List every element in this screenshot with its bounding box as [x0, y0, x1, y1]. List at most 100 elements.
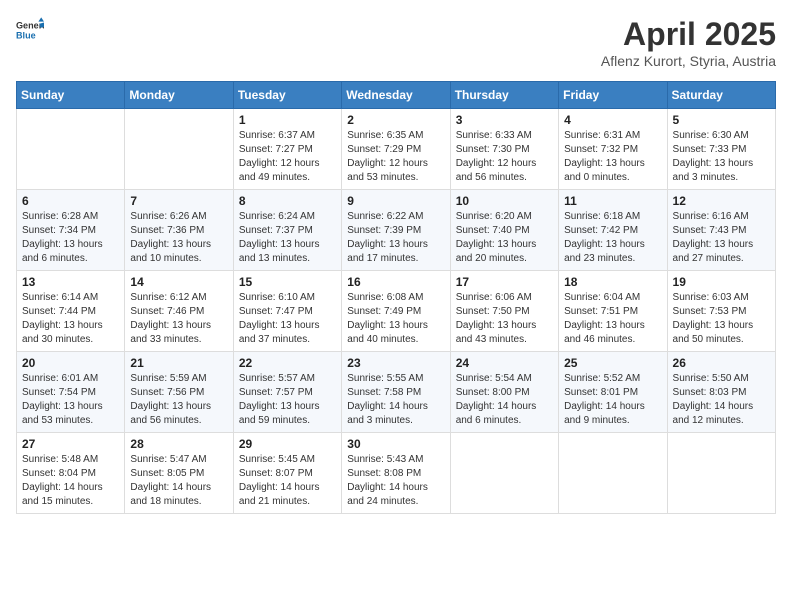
logo: General Blue: [16, 16, 44, 44]
weekday-header-wednesday: Wednesday: [342, 82, 450, 109]
day-number: 10: [456, 194, 553, 208]
day-number: 22: [239, 356, 336, 370]
day-info: Sunrise: 6:14 AMSunset: 7:44 PMDaylight:…: [22, 291, 119, 347]
svg-text:Blue: Blue: [16, 30, 36, 40]
calendar-cell: [125, 109, 233, 190]
day-number: 7: [130, 194, 227, 208]
day-info: Sunrise: 6:10 AMSunset: 7:47 PMDaylight:…: [239, 291, 336, 347]
day-number: 4: [564, 113, 661, 127]
calendar-cell: 21Sunrise: 5:59 AMSunset: 7:56 PMDayligh…: [125, 352, 233, 433]
day-info: Sunrise: 6:12 AMSunset: 7:46 PMDaylight:…: [130, 291, 227, 347]
day-number: 20: [22, 356, 119, 370]
calendar-cell: 30 Sunrise: 5:43 AMSunset: 8:08 PMDayligh…: [342, 433, 450, 514]
calendar-cell: 7 Sunrise: 6:26 AMSunset: 7:36 PMDaylight…: [125, 190, 233, 271]
day-number: 6: [22, 194, 119, 208]
day-info: Sunrise: 6:37 AMSunset: 7:27 PMDaylight:…: [239, 129, 336, 185]
calendar-cell: [17, 109, 125, 190]
day-info: Sunrise: 5:55 AMSunset: 7:58 PMDaylight:…: [347, 372, 444, 428]
day-info: Sunrise: 6:28 AMSunset: 7:34 PMDaylight:…: [22, 210, 119, 266]
calendar-week-row: 20 Sunrise: 6:01 AMSunset: 7:54 PMDayligh…: [17, 352, 776, 433]
day-info: Sunrise: 5:43 AMSunset: 8:08 PMDaylight:…: [347, 453, 444, 509]
calendar-cell: 18 Sunrise: 6:04 AMSunset: 7:51 PMDayligh…: [559, 271, 667, 352]
day-number: 5: [673, 113, 770, 127]
day-number: 28: [130, 437, 227, 451]
weekday-header-tuesday: Tuesday: [233, 82, 341, 109]
calendar-cell: 28 Sunrise: 5:47 AMSunset: 8:05 PMDayligh…: [125, 433, 233, 514]
day-info: Sunrise: 6:20 AMSunset: 7:40 PMDaylight:…: [456, 210, 553, 266]
day-info: Sunrise: 6:06 AMSunset: 7:50 PMDaylight:…: [456, 291, 553, 347]
calendar-week-row: 1 Sunrise: 6:37 AMSunset: 7:27 PMDaylight…: [17, 109, 776, 190]
calendar-cell: 1 Sunrise: 6:37 AMSunset: 7:27 PMDaylight…: [233, 109, 341, 190]
day-info: Sunrise: 6:35 AMSunset: 7:29 PMDaylight:…: [347, 129, 444, 185]
calendar-table: SundayMondayTuesdayWednesdayThursdayFrid…: [16, 81, 776, 514]
day-number: 24: [456, 356, 553, 370]
day-info: Sunrise: 5:50 AMSunset: 8:03 PMDaylight:…: [673, 372, 770, 428]
day-info: Sunrise: 6:31 AMSunset: 7:32 PMDaylight:…: [564, 129, 661, 185]
day-number: 23: [347, 356, 444, 370]
day-info: Sunrise: 5:57 AMSunset: 7:57 PMDaylight:…: [239, 372, 336, 428]
calendar-cell: 10 Sunrise: 6:20 AMSunset: 7:40 PMDayligh…: [450, 190, 558, 271]
calendar-cell: 16 Sunrise: 6:08 AMSunset: 7:49 PMDayligh…: [342, 271, 450, 352]
day-number: 1: [239, 113, 336, 127]
logo-icon: General Blue: [16, 16, 44, 44]
weekday-header-thursday: Thursday: [450, 82, 558, 109]
day-number: 12: [673, 194, 770, 208]
day-number: 18: [564, 275, 661, 289]
day-info: Sunrise: 6:04 AMSunset: 7:51 PMDaylight:…: [564, 291, 661, 347]
location-subtitle: Aflenz Kurort, Styria, Austria: [601, 53, 776, 69]
day-info: Sunrise: 6:01 AMSunset: 7:54 PMDaylight:…: [22, 372, 119, 428]
calendar-cell: 2 Sunrise: 6:35 AMSunset: 7:29 PMDaylight…: [342, 109, 450, 190]
calendar-cell: [559, 433, 667, 514]
day-info: Sunrise: 6:08 AMSunset: 7:49 PMDaylight:…: [347, 291, 444, 347]
day-number: 30: [347, 437, 444, 451]
page-header: General Blue April 2025 Aflenz Kurort, S…: [16, 16, 776, 69]
day-info: Sunrise: 6:26 AMSunset: 7:36 PMDaylight:…: [130, 210, 227, 266]
calendar-cell: 11 Sunrise: 6:18 AMSunset: 7:42 PMDayligh…: [559, 190, 667, 271]
day-info: Sunrise: 5:52 AMSunset: 8:01 PMDaylight:…: [564, 372, 661, 428]
weekday-header-monday: Monday: [125, 82, 233, 109]
calendar-week-row: 13 Sunrise: 6:14 AMSunset: 7:44 PMDayligh…: [17, 271, 776, 352]
day-number: 13: [22, 275, 119, 289]
calendar-cell: 8 Sunrise: 6:24 AMSunset: 7:37 PMDaylight…: [233, 190, 341, 271]
day-info: Sunrise: 6:24 AMSunset: 7:37 PMDaylight:…: [239, 210, 336, 266]
calendar-cell: 15 Sunrise: 6:10 AMSunset: 7:47 PMDayligh…: [233, 271, 341, 352]
day-info: Sunrise: 6:16 AMSunset: 7:43 PMDaylight:…: [673, 210, 770, 266]
title-block: April 2025 Aflenz Kurort, Styria, Austri…: [601, 16, 776, 69]
svg-text:General: General: [16, 21, 44, 31]
day-number: 11: [564, 194, 661, 208]
day-info: Sunrise: 6:33 AMSunset: 7:30 PMDaylight:…: [456, 129, 553, 185]
calendar-cell: 3 Sunrise: 6:33 AMSunset: 7:30 PMDaylight…: [450, 109, 558, 190]
day-info: Sunrise: 5:45 AMSunset: 8:07 PMDaylight:…: [239, 453, 336, 509]
day-number: 26: [673, 356, 770, 370]
day-number: 21: [130, 356, 227, 370]
calendar-cell: 26 Sunrise: 5:50 AMSunset: 8:03 PMDayligh…: [667, 352, 775, 433]
calendar-cell: 27Sunrise: 5:48 AMSunset: 8:04 PMDayligh…: [17, 433, 125, 514]
day-number: 17: [456, 275, 553, 289]
day-number: 25: [564, 356, 661, 370]
calendar-cell: 29Sunrise: 5:45 AMSunset: 8:07 PMDayligh…: [233, 433, 341, 514]
day-info: Sunrise: 5:54 AMSunset: 8:00 PMDaylight:…: [456, 372, 553, 428]
calendar-cell: 25 Sunrise: 5:52 AMSunset: 8:01 PMDayligh…: [559, 352, 667, 433]
day-number: 19: [673, 275, 770, 289]
weekday-header-saturday: Saturday: [667, 82, 775, 109]
calendar-cell: 9Sunrise: 6:22 AMSunset: 7:39 PMDaylight…: [342, 190, 450, 271]
day-number: 2: [347, 113, 444, 127]
day-number: 8: [239, 194, 336, 208]
day-number: 14: [130, 275, 227, 289]
calendar-cell: 6 Sunrise: 6:28 AMSunset: 7:34 PMDaylight…: [17, 190, 125, 271]
weekday-header-sunday: Sunday: [17, 82, 125, 109]
day-number: 16: [347, 275, 444, 289]
calendar-cell: 13 Sunrise: 6:14 AMSunset: 7:44 PMDayligh…: [17, 271, 125, 352]
day-info: Sunrise: 6:18 AMSunset: 7:42 PMDaylight:…: [564, 210, 661, 266]
weekday-header-friday: Friday: [559, 82, 667, 109]
calendar-cell: 24 Sunrise: 5:54 AMSunset: 8:00 PMDayligh…: [450, 352, 558, 433]
day-info: Sunrise: 6:03 AMSunset: 7:53 PMDaylight:…: [673, 291, 770, 347]
day-info: Sunrise: 5:47 AMSunset: 8:05 PMDaylight:…: [130, 453, 227, 509]
calendar-week-row: 6 Sunrise: 6:28 AMSunset: 7:34 PMDaylight…: [17, 190, 776, 271]
day-number: 15: [239, 275, 336, 289]
calendar-cell: [667, 433, 775, 514]
day-number: 3: [456, 113, 553, 127]
calendar-cell: 17 Sunrise: 6:06 AMSunset: 7:50 PMDayligh…: [450, 271, 558, 352]
calendar-cell: 12 Sunrise: 6:16 AMSunset: 7:43 PMDayligh…: [667, 190, 775, 271]
calendar-cell: 19 Sunrise: 6:03 AMSunset: 7:53 PMDayligh…: [667, 271, 775, 352]
